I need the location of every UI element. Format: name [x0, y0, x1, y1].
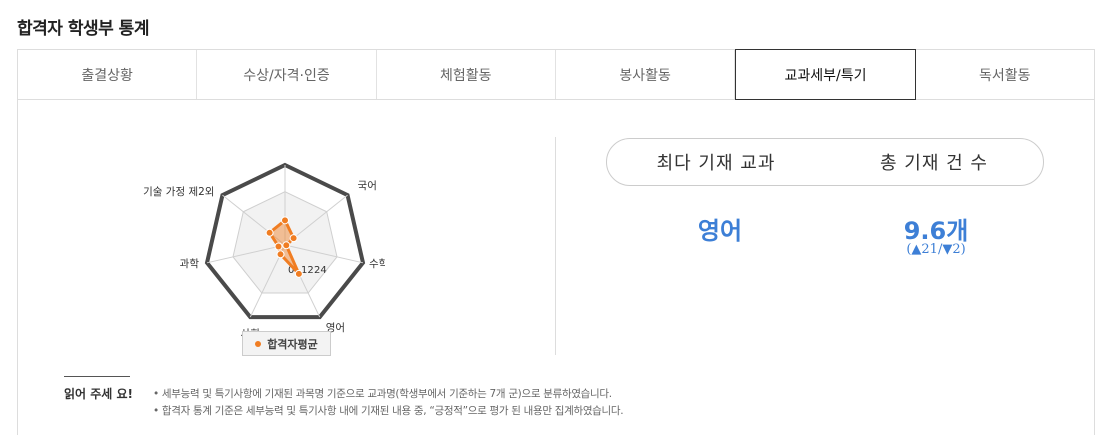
divider — [555, 137, 556, 355]
page-title: 합격자 학생부 통계 — [17, 19, 149, 39]
legend-label: 합격자평균 — [267, 337, 318, 351]
axis-label: 수학 — [369, 258, 385, 270]
chart-legend: 합격자평균 — [242, 331, 331, 356]
data-point — [276, 250, 285, 259]
data-point — [265, 228, 274, 237]
stats-header-total-count: 총 기재 건 수 — [880, 153, 988, 174]
data-point — [294, 269, 303, 278]
axis-label: 과학 — [180, 258, 200, 270]
tick-label: 12 — [301, 265, 314, 276]
radar-chart: 01224체육 예술국어수학영어사회과학기술 가정 제2외 — [143, 162, 385, 340]
notice-label: 읽어 주세 요! — [64, 387, 134, 401]
tab-attendance[interactable]: 출결상황 — [17, 50, 198, 99]
legend-marker — [255, 340, 262, 347]
tab-subject-details[interactable]: 교과세부/특기 — [735, 49, 916, 100]
axis-label: 기술 가정 제2외 — [143, 186, 214, 198]
tab-experience[interactable]: 체험활동 — [377, 50, 556, 99]
stats-header-top-subject: 최다 기재 교과 — [656, 153, 776, 174]
notice-line-2: • 합격자 통계 기준은 세부능력 및 특기사항 내에 기재된 내용 중, “긍… — [153, 405, 624, 417]
tab-volunteer[interactable]: 봉사활동 — [556, 50, 736, 99]
tab-reading[interactable]: 독서활동 — [916, 50, 1095, 99]
total-count-value: 9.6개 — [903, 217, 969, 245]
tick-label: 24 — [314, 265, 327, 276]
axis-label: 국어 — [358, 180, 377, 192]
notice-line-1: • 세부능력 및 특기사항에 기재된 과목명 기준으로 교과명(학생부에서 기준… — [153, 388, 612, 400]
tab-awards[interactable]: 수상/자격·인증 — [197, 50, 377, 99]
stats-header: 최다 기재 교과 총 기재 건 수 — [606, 138, 1044, 186]
data-point — [281, 216, 289, 225]
data-point — [289, 234, 298, 243]
data-point — [274, 242, 283, 251]
tab-bar: 출결상황 수상/자격·인증 체험활동 봉사활동 교과세부/특기 독서활동 — [17, 49, 1095, 100]
total-count-change: (▲21/▼2) — [906, 242, 966, 257]
data-point — [282, 241, 291, 250]
top-subject-value: 영어 — [697, 217, 743, 245]
notice-rule — [64, 376, 130, 377]
